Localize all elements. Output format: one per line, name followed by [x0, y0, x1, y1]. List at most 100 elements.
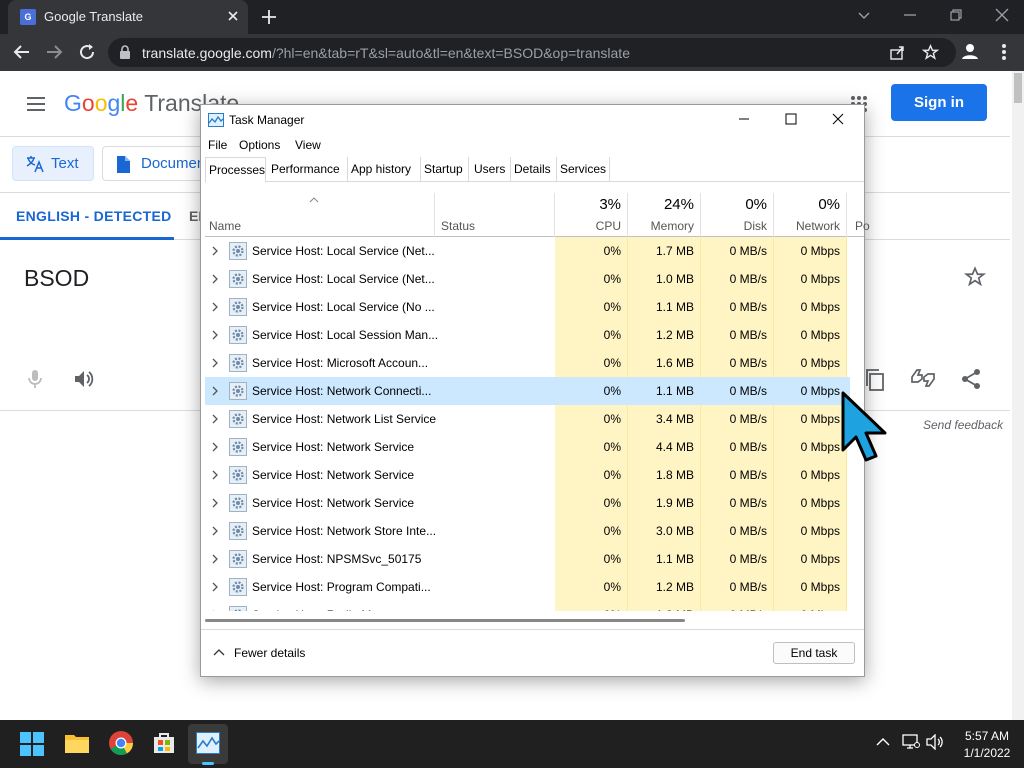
expand-chevron-icon[interactable]	[211, 358, 219, 368]
restore-icon[interactable]	[948, 7, 964, 23]
share-page-icon[interactable]	[889, 44, 906, 61]
tab-details[interactable]: Details	[511, 157, 557, 182]
copy-translation-icon[interactable]	[864, 368, 886, 392]
back-arrow-icon[interactable]	[12, 42, 32, 62]
process-row[interactable]: 0% 3.0 MB 0 MB/s 0 Mbps Service Host: Networ…	[205, 517, 864, 545]
text-mode-button[interactable]: Text	[12, 146, 94, 181]
process-row[interactable]: 0% 1.8 MB 0 MB/s 0 Mbps Service Host: Networ…	[205, 461, 864, 489]
column-status-header[interactable]: Status	[435, 193, 555, 237]
process-row[interactable]: 0% 1.1 MB 0 MB/s 0 Mbps Service Host: Local …	[205, 293, 864, 321]
listen-speaker-icon[interactable]	[72, 368, 94, 390]
page-scrollbar[interactable]	[1012, 71, 1024, 720]
tm-horizontal-scrollbar[interactable]	[205, 614, 864, 628]
save-translation-star-icon[interactable]	[964, 266, 986, 288]
process-row[interactable]: 0% 3.4 MB 0 MB/s 0 Mbps Service Host: Networ…	[205, 405, 864, 433]
lock-icon[interactable]	[118, 45, 132, 60]
expand-chevron-icon[interactable]	[211, 582, 219, 592]
tm-close-icon[interactable]	[831, 112, 845, 126]
address-bar[interactable]: translate.google.com/?hl=en&tab=rT&sl=au…	[108, 38, 956, 67]
page-scrollbar-thumb[interactable]	[1014, 73, 1022, 103]
expand-chevron-icon[interactable]	[211, 526, 219, 536]
expand-chevron-icon[interactable]	[211, 498, 219, 508]
expand-chevron-icon[interactable]	[211, 554, 219, 564]
documents-mode-button[interactable]: Documents	[102, 146, 212, 181]
process-row[interactable]: 0% 1.7 MB 0 MB/s 0 Mbps Service Host: Local …	[205, 237, 864, 265]
chrome-browser-icon[interactable]	[108, 730, 134, 756]
microsoft-store-icon[interactable]	[152, 731, 176, 755]
network-value: 0 Mbps	[800, 384, 840, 398]
process-row[interactable]: 0% 1.9 MB 0 MB/s 0 Mbps Service Host: Networ…	[205, 489, 864, 517]
process-row[interactable]: 0% 1.2 MB 0 MB/s 0 Mbps Service Host: Local …	[205, 321, 864, 349]
expand-chevron-icon[interactable]	[211, 442, 219, 452]
tab-search-icon[interactable]	[856, 7, 872, 23]
network-display-icon[interactable]	[902, 734, 920, 750]
expand-chevron-icon[interactable]	[211, 246, 219, 256]
menu-file[interactable]: File	[208, 138, 227, 152]
expand-chevron-icon[interactable]	[211, 470, 219, 480]
tab-services[interactable]: Services	[557, 157, 610, 182]
expand-chevron-icon[interactable]	[211, 386, 219, 396]
taskbar-clock-date[interactable]: 1/1/2022	[958, 746, 1016, 760]
service-gear-icon	[229, 522, 247, 540]
tab-app-history[interactable]: App history	[348, 157, 421, 182]
tab-users[interactable]: Users	[471, 157, 511, 182]
show-hidden-icons-chevron-icon[interactable]	[876, 737, 890, 747]
column-name-header[interactable]: Name	[205, 193, 435, 237]
chrome-menu-icon[interactable]	[996, 42, 1012, 62]
tab-performance[interactable]: Performance	[268, 157, 348, 182]
process-row[interactable]: 0% 1.2 MB 0 MB/s 0 Mbps Service Host: Progra…	[205, 573, 864, 601]
minimize-icon[interactable]	[902, 7, 918, 23]
process-row[interactable]: 0% 1.1 MB 0 MB/s 0 Mbps Service Host: Networ…	[205, 377, 864, 405]
file-explorer-icon[interactable]	[64, 731, 90, 755]
send-feedback-link[interactable]: Send feedback	[923, 418, 1003, 432]
column-memory-header[interactable]: 24% Memory	[628, 193, 701, 237]
taskbar-clock-time[interactable]: 5:57 AM	[958, 729, 1016, 743]
tab-processes[interactable]: Processes	[205, 157, 266, 183]
process-row[interactable]: 0% 1.1 MB 0 MB/s 0 Mbps Service Host: NPSMSv…	[205, 545, 864, 573]
expand-chevron-icon[interactable]	[211, 330, 219, 340]
rate-translation-icon[interactable]	[910, 366, 936, 390]
new-tab-icon[interactable]	[260, 8, 278, 26]
microphone-icon[interactable]	[24, 368, 46, 390]
source-text-area[interactable]: BSOD	[24, 265, 89, 292]
volume-speaker-icon[interactable]	[926, 734, 944, 750]
expand-chevron-icon[interactable]	[211, 610, 219, 611]
process-row[interactable]: 0% 1.6 MB 0 MB/s 0 Mbps Service Host: Micros…	[205, 349, 864, 377]
process-table-header: Name Status 3% CPU 24% Memory 0% Disk 0%…	[205, 193, 870, 237]
forward-arrow-icon[interactable]	[44, 42, 64, 62]
profile-avatar-icon[interactable]	[958, 39, 982, 63]
tm-minimize-icon[interactable]	[737, 112, 751, 126]
column-power-header[interactable]: Po	[855, 219, 870, 233]
bookmark-star-icon[interactable]	[922, 44, 939, 61]
memory-cell: 3.4 MB	[628, 405, 701, 433]
hamburger-menu-icon[interactable]	[25, 96, 47, 112]
task-manager-taskbar-icon[interactable]	[196, 732, 220, 754]
chevron-up-icon[interactable]	[213, 648, 225, 656]
process-row[interactable]: 0% 4.4 MB 0 MB/s 0 Mbps Service Host: Networ…	[205, 433, 864, 461]
column-cpu-header[interactable]: 3% CPU	[555, 193, 628, 237]
source-language-tab[interactable]: ENGLISH - DETECTED	[16, 208, 172, 224]
tm-horizontal-scroll-thumb[interactable]	[205, 619, 685, 622]
tab-close-icon[interactable]	[226, 9, 240, 23]
browser-tab[interactable]: G Google Translate	[8, 0, 248, 34]
menu-view[interactable]: View	[295, 138, 321, 152]
process-row[interactable]: 0% 1.3 MB 0 MB/s 0 Mbps Service Host: Radio …	[205, 601, 864, 611]
tm-tab-strip: Processes Performance App history Startu…	[205, 157, 864, 183]
tab-startup[interactable]: Startup	[421, 157, 469, 182]
fewer-details-link[interactable]: Fewer details	[234, 646, 305, 660]
expand-chevron-icon[interactable]	[211, 414, 219, 424]
process-row[interactable]: 0% 1.0 MB 0 MB/s 0 Mbps Service Host: Local …	[205, 265, 864, 293]
close-window-icon[interactable]	[994, 7, 1010, 23]
tm-maximize-icon[interactable]	[784, 112, 798, 126]
menu-options[interactable]: Options	[239, 138, 280, 152]
column-disk-header[interactable]: 0% Disk	[701, 193, 774, 237]
tab-title: Google Translate	[44, 9, 144, 24]
sign-in-button[interactable]: Sign in	[891, 84, 987, 121]
column-network-header[interactable]: 0% Network	[774, 193, 847, 237]
end-task-button[interactable]: End task	[773, 642, 855, 664]
reload-icon[interactable]	[77, 42, 97, 62]
share-translation-icon[interactable]	[960, 368, 982, 390]
expand-chevron-icon[interactable]	[211, 302, 219, 312]
start-windows-icon[interactable]	[20, 732, 44, 756]
expand-chevron-icon[interactable]	[211, 274, 219, 284]
